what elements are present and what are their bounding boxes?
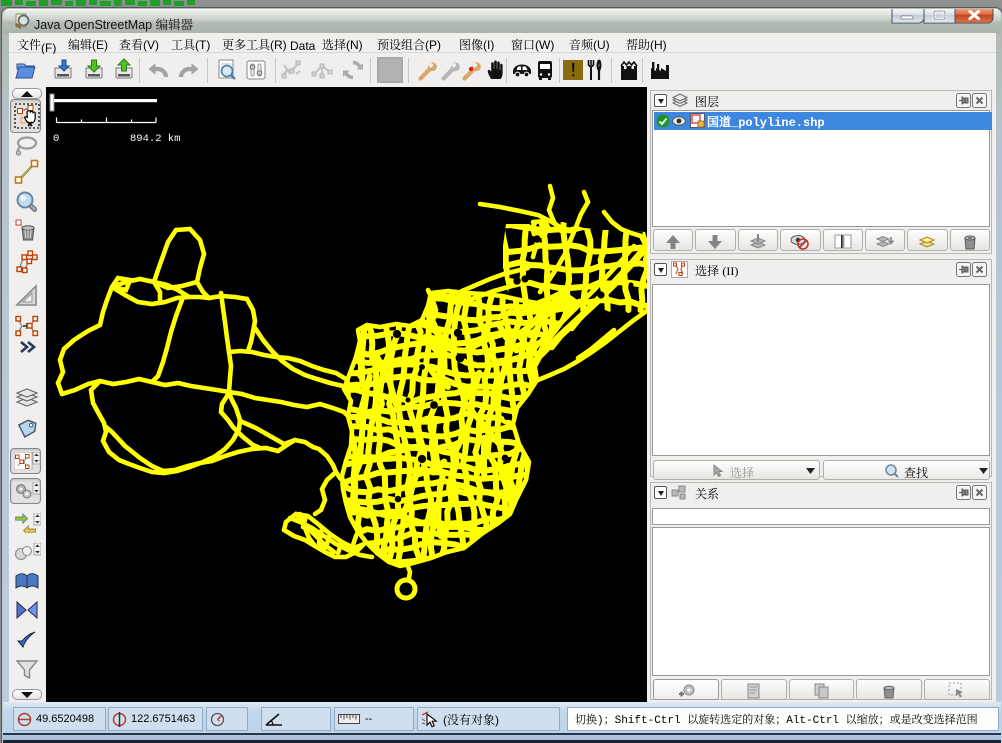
svg-text:0: 0 xyxy=(53,133,59,145)
svg-text:894.2 km: 894.2 km xyxy=(130,133,180,145)
